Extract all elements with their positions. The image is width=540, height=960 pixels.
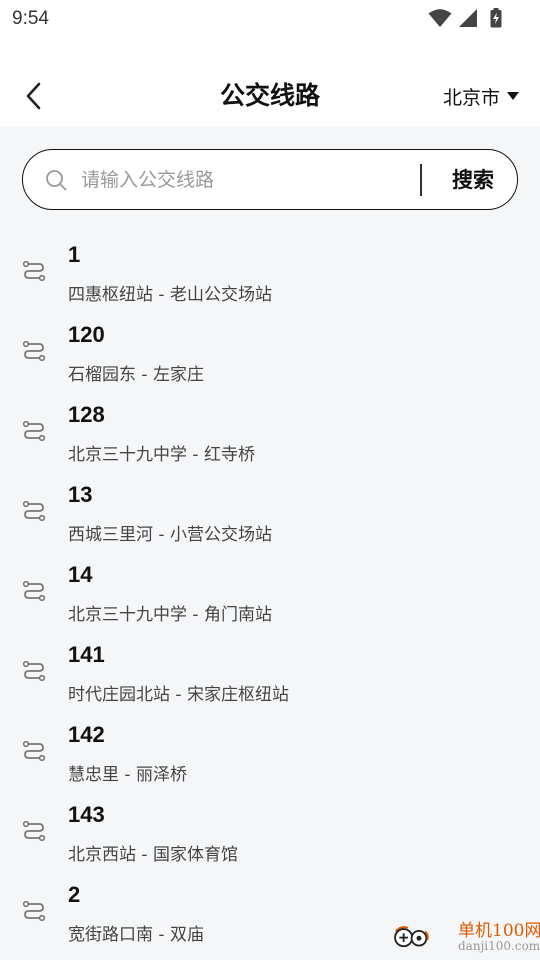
route-stops: 慧忠里 - 丽泽桥 <box>68 765 187 785</box>
route-icon <box>22 900 46 922</box>
route-list: 1 四惠枢纽站 - 老山公交场站 120 石榴园东 - 左家庄 128 北京三十… <box>0 236 540 956</box>
signal-icon <box>459 9 477 27</box>
city-label: 北京市 <box>442 86 500 109</box>
list-item[interactable]: 141 时代庄园北站 - 宋家庄枢纽站 <box>0 636 540 716</box>
route-icon <box>22 420 46 442</box>
list-item[interactable]: 13 西城三里河 - 小营公交场站 <box>0 476 540 556</box>
list-item[interactable]: 142 慧忠里 - 丽泽桥 <box>0 716 540 796</box>
status-time: 9:54 <box>12 8 49 29</box>
route-stops: 四惠枢纽站 - 老山公交场站 <box>68 285 272 305</box>
search-divider <box>420 164 422 196</box>
search-bar: 搜索 <box>22 149 518 210</box>
route-number: 1 <box>68 242 81 267</box>
route-icon <box>22 500 46 522</box>
route-icon <box>22 660 46 682</box>
route-stops: 西城三里河 - 小营公交场站 <box>68 525 272 545</box>
route-number: 128 <box>68 402 105 427</box>
search-input[interactable] <box>81 164 411 196</box>
route-number: 14 <box>68 562 93 587</box>
list-item[interactable]: 1 四惠枢纽站 - 老山公交场站 <box>0 236 540 316</box>
list-item[interactable]: 120 石榴园东 - 左家庄 <box>0 316 540 396</box>
route-stops: 北京西站 - 国家体育馆 <box>68 845 238 865</box>
route-icon <box>22 580 46 602</box>
route-stops: 北京三十九中学 - 红寺桥 <box>68 445 255 465</box>
route-icon <box>22 260 46 282</box>
route-number: 143 <box>68 802 105 827</box>
watermark-text-cn: 单机100网 <box>458 921 540 941</box>
wifi-icon <box>428 9 452 27</box>
route-number: 13 <box>68 482 93 507</box>
search-icon <box>46 170 67 191</box>
route-number: 142 <box>68 722 105 747</box>
route-number: 120 <box>68 322 105 347</box>
list-item[interactable]: 128 北京三十九中学 - 红寺桥 <box>0 396 540 476</box>
route-stops: 北京三十九中学 - 角门南站 <box>68 605 272 625</box>
route-icon <box>22 340 46 362</box>
route-stops: 石榴园东 - 左家庄 <box>68 365 204 385</box>
city-selector[interactable]: 北京市 <box>443 80 520 112</box>
status-bar: 9:54 <box>0 0 540 38</box>
header: 公交线路 北京市 <box>0 38 540 126</box>
route-stops: 时代庄园北站 - 宋家庄枢纽站 <box>68 685 289 705</box>
watermark-text-en: danji100.com <box>458 939 540 953</box>
route-icon <box>22 820 46 842</box>
watermark: 单机100网 danji100.com <box>388 914 540 960</box>
list-item[interactable]: 143 北京西站 - 国家体育馆 <box>0 796 540 876</box>
route-stops: 宽街路口南 - 双庙 <box>68 925 204 945</box>
list-item[interactable]: 14 北京三十九中学 - 角门南站 <box>0 556 540 636</box>
content-panel: 搜索 1 四惠枢纽站 - 老山公交场站 120 石榴园东 - 左家庄 128 北… <box>0 126 540 960</box>
caret-down-icon <box>507 92 519 100</box>
route-icon <box>22 740 46 762</box>
watermark-logo-icon <box>394 926 429 948</box>
battery-charging-icon <box>490 8 502 28</box>
app-root: 9:54 公交线路 北京市 请输入公交线路 搜索 1 四惠枢纽站 - 老山公交场… <box>0 0 540 960</box>
route-number: 141 <box>68 642 105 667</box>
route-number: 2 <box>68 882 81 907</box>
search-button[interactable]: 搜索 <box>433 156 513 204</box>
